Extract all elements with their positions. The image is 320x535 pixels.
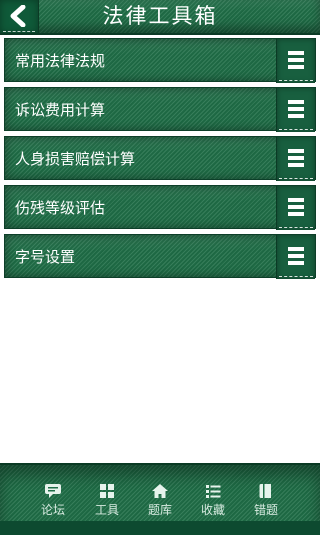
- grid-icon: [100, 484, 114, 498]
- menu-icon-button[interactable]: [276, 137, 315, 181]
- menu-icon-button[interactable]: [276, 186, 315, 230]
- menu-icon-button[interactable]: [276, 88, 315, 132]
- book-icon: [259, 484, 271, 498]
- header-bar: 法律工具箱: [0, 0, 320, 35]
- menu-item-disability-grade[interactable]: 伤残等级评估: [4, 185, 316, 230]
- tab-question-bank[interactable]: 题库: [134, 483, 186, 517]
- menu-lines-icon: [288, 100, 304, 118]
- menu-item-laws[interactable]: 常用法律法规: [4, 38, 316, 83]
- menu-lines-icon: [288, 51, 304, 69]
- tab-tools[interactable]: 工具: [81, 483, 133, 517]
- tab-favorites[interactable]: 收藏: [187, 483, 239, 517]
- menu-icon-button[interactable]: [276, 39, 315, 83]
- tab-label: 工具: [94, 503, 119, 517]
- menu-item-font-size[interactable]: 字号设置: [4, 234, 316, 279]
- tab-label: 论坛: [40, 503, 65, 517]
- tab-label: 题库: [147, 503, 172, 517]
- menu-item-label: 人身损害赔偿计算: [15, 150, 136, 168]
- page-title: 法律工具箱: [102, 4, 218, 28]
- menu-lines-icon: [288, 198, 304, 216]
- menu-item-label: 字号设置: [15, 248, 76, 266]
- menu-lines-icon: [288, 247, 304, 265]
- bottom-tab-bar: 论坛 工具 题库 收藏 错题: [0, 463, 320, 535]
- menu-item-injury-compensation[interactable]: 人身损害赔偿计算: [4, 136, 316, 181]
- menu-item-label: 诉讼费用计算: [15, 101, 106, 119]
- tab-label: 错题: [253, 503, 278, 517]
- tab-label: 收藏: [200, 503, 225, 517]
- list-icon: [206, 485, 221, 498]
- menu-item-litigation-fee[interactable]: 诉讼费用计算: [4, 87, 316, 132]
- menu-icon-button[interactable]: [276, 235, 315, 279]
- home-icon: [152, 484, 168, 498]
- menu-item-label: 常用法律法规: [15, 52, 106, 70]
- menu-lines-icon: [288, 149, 304, 167]
- tab-forum[interactable]: 论坛: [27, 483, 79, 517]
- chat-bubble-icon: [45, 484, 61, 498]
- menu-item-label: 伤残等级评估: [15, 199, 106, 217]
- tab-wrong-questions[interactable]: 错题: [240, 483, 292, 517]
